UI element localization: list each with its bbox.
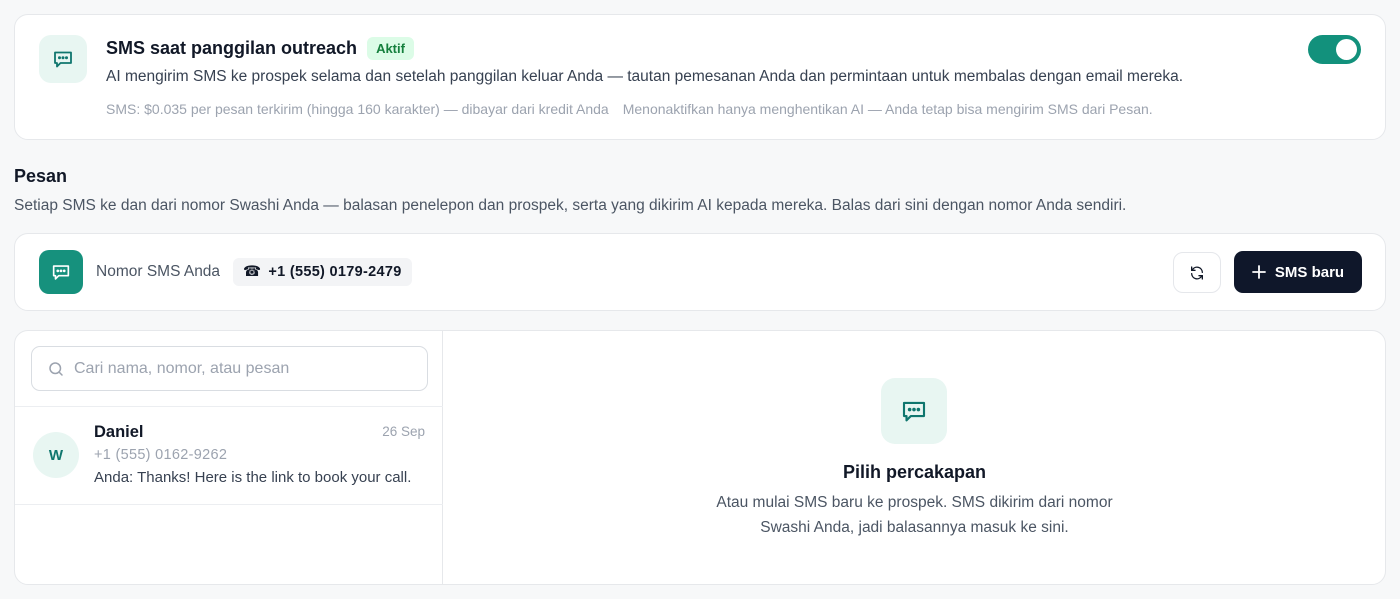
new-sms-button[interactable]: SMS baru	[1234, 251, 1362, 293]
contact-phone: +1 (555) 0162-9262	[94, 447, 228, 463]
empty-state-description: Atau mulai SMS baru ke prospek. SMS diki…	[716, 494, 1113, 536]
phone-number: +1 (555) 0179-2479	[268, 264, 402, 280]
empty-state-title: Pilih percakapan	[842, 462, 987, 482]
disable-note: Menonaktifkan hanya menghentikan AI — An…	[622, 101, 1153, 117]
outreach-toggle[interactable]	[1308, 35, 1361, 64]
empty-state: Pilih percakapan Atau mulai SMS baru ke …	[443, 331, 1385, 584]
status-badge: Aktif	[367, 37, 414, 60]
message-preview: Anda: Thanks! Here is the link to book y…	[94, 469, 412, 486]
conversation-item[interactable]: W Daniel 26 Sep +1 (555) 0162-9262 Anda:…	[15, 407, 443, 505]
conversation-list: W Daniel 26 Sep +1 (555) 0162-9262 Anda:…	[15, 331, 443, 584]
messages-title: Pesan	[14, 166, 68, 186]
outreach-description: AI mengirim SMS ke prospek selama dan se…	[106, 68, 1184, 85]
sms-outreach-card: SMS saat panggilan outreach Aktif AI men…	[14, 14, 1386, 140]
refresh-icon	[1191, 265, 1203, 280]
toggle-knob	[1336, 39, 1357, 60]
divider	[15, 504, 443, 505]
chat-bubble-icon	[39, 250, 83, 294]
outreach-meta: SMS: $0.035 per pesan terkirim (hingga 1…	[106, 101, 1153, 117]
sms-number-label: Nomor SMS Anda	[96, 263, 221, 280]
messages-panel: W Daniel 26 Sep +1 (555) 0162-9262 Anda:…	[14, 330, 1386, 585]
outreach-title: SMS saat panggilan outreach	[106, 38, 358, 58]
search-box[interactable]	[31, 346, 428, 391]
conversation-date: 26 Sep	[382, 424, 425, 439]
contact-name: Daniel	[94, 423, 144, 441]
pricing-note: SMS: $0.035 per pesan terkirim (hingga 1…	[106, 101, 609, 117]
messages-description: Setiap SMS ke dan dari nomor Swashi Anda…	[14, 197, 1127, 214]
sms-number-bar: Nomor SMS Anda ☎ +1 (555) 0179-2479 SMS …	[14, 233, 1386, 311]
phone-number-chip: ☎ +1 (555) 0179-2479	[233, 258, 412, 286]
new-sms-label: SMS baru	[1274, 263, 1345, 281]
search-input[interactable]	[74, 359, 404, 378]
chat-bubble-icon	[881, 378, 947, 444]
refresh-button[interactable]	[1173, 252, 1221, 293]
plus-icon	[1252, 265, 1266, 279]
chat-bubble-icon	[39, 35, 87, 83]
avatar: W	[33, 432, 79, 478]
search-icon	[47, 360, 65, 378]
phone-icon: ☎	[243, 264, 262, 280]
